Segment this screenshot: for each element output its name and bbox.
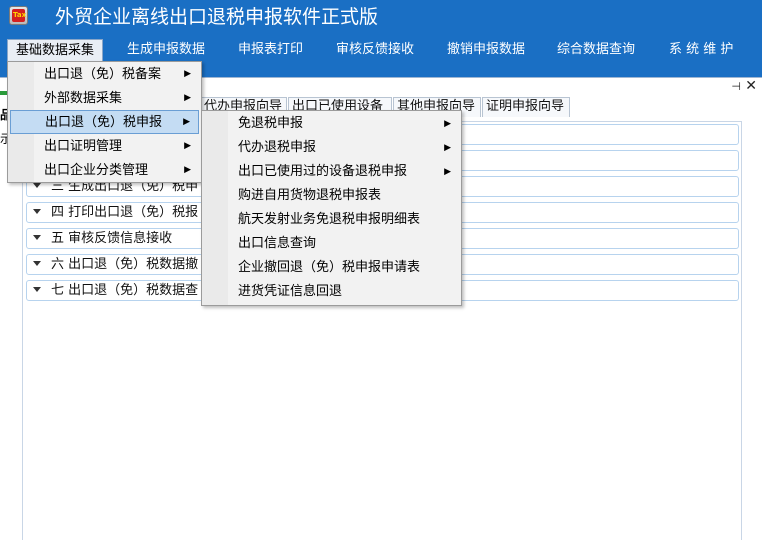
submenu-item-voucher-rollback[interactable]: 进货凭证信息回退 [204,280,459,304]
submenu-item-aerospace[interactable]: 航天发射业务免退税申报明细表 [204,208,459,232]
menu-item-export-filing[interactable]: 出口退（免）税备案 ▶ [10,63,199,87]
close-icon[interactable]: ✕ [745,78,757,94]
menu-generate-declaration[interactable]: 生成申报数据 [119,39,213,63]
menu-item-certificate-management[interactable]: 出口证明管理 ▶ [10,135,199,159]
submenu-item-tax-exemption[interactable]: 免退税申报 ▶ [204,112,459,136]
pin-icon[interactable]: ⊣ [731,80,741,93]
submenu-item-self-use-goods[interactable]: 购进自用货物退税申报表 [204,184,459,208]
submenu-arrow-icon: ▶ [184,93,191,103]
submenu-arrow-icon: ▶ [183,117,190,127]
window-title: 外贸企业离线出口退税申报软件正式版 [55,6,379,28]
submenu-item-withdraw-application[interactable]: 企业撤回退（免）税申报申请表 [204,256,459,280]
basic-data-dropdown: 出口退（免）税备案 ▶ 外部数据采集 ▶ 出口退（免）税申报 ▶ 出口证明管理 ▶ 出口… [7,61,202,183]
submenu-arrow-icon: ▶ [444,167,451,177]
menu-print-forms[interactable]: 申报表打印 [230,39,311,63]
menu-bar: 基础数据采集 生成申报数据 申报表打印 审核反馈接收 撤销申报数据 综合数据查询… [0,36,762,64]
menu-item-enterprise-classification[interactable]: 出口企业分类管理 ▶ [10,159,199,183]
submenu-arrow-icon: ▶ [444,119,451,129]
export-declaration-submenu: 免退税申报 ▶ 代办退税申报 ▶ 出口已使用过的设备退税申报 ▶ 购进自用货物退税申报… [201,110,462,306]
tab-certificate-wizard[interactable]: 证明申报向导 [482,97,570,117]
expand-arrow-icon [33,261,41,266]
submenu-item-agency-refund[interactable]: 代办退税申报 ▶ [204,136,459,160]
title-bar: Tax 外贸企业离线出口退税申报软件正式版 [0,0,762,36]
app-tax-icon: Tax [9,6,28,25]
menu-basic-data-collection[interactable]: 基础数据采集 [7,39,104,63]
menu-item-export-declaration[interactable]: 出口退（免）税申报 ▶ [10,110,199,134]
menu-item-external-data[interactable]: 外部数据采集 ▶ [10,87,199,111]
menu-data-query[interactable]: 综合数据查询 [549,39,643,63]
app-icon-label: Tax [13,11,27,19]
expand-arrow-icon [33,209,41,214]
submenu-arrow-icon: ▶ [444,143,451,153]
expand-arrow-icon [33,235,41,240]
expand-arrow-icon [33,183,41,188]
menu-review-feedback[interactable]: 审核反馈接收 [328,39,422,63]
menu-system-maintenance[interactable]: 系 统 维 护 [661,39,741,63]
submenu-arrow-icon: ▶ [184,141,191,151]
submenu-item-export-info-query[interactable]: 出口信息查询 [204,232,459,256]
submenu-arrow-icon: ▶ [184,69,191,79]
submenu-item-used-equipment[interactable]: 出口已使用过的设备退税申报 ▶ [204,160,459,184]
expand-arrow-icon [33,287,41,292]
green-marker [0,91,7,95]
submenu-arrow-icon: ▶ [184,165,191,175]
menu-cancel-declaration[interactable]: 撤销申报数据 [439,39,533,63]
